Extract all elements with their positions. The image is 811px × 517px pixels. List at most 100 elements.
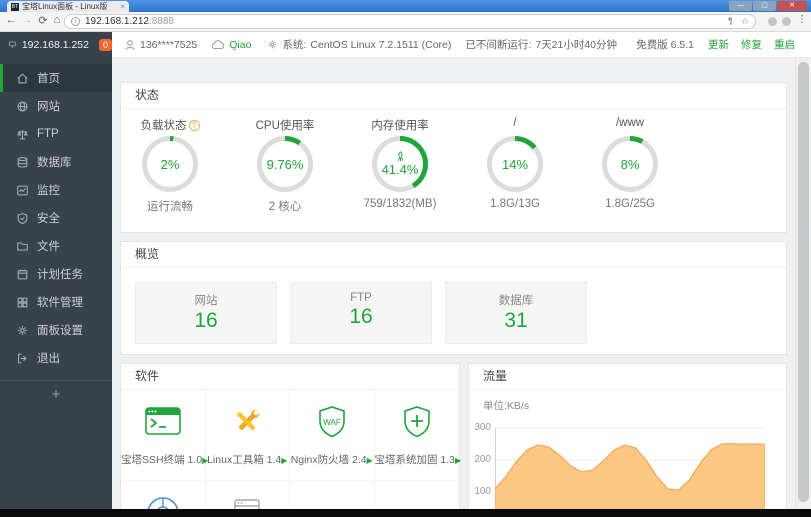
- shield-icon: [17, 212, 28, 224]
- main-content: 状态 负载状态 2% 运行流畅 CPU使用率 9.76% 2 核心 内存使用率: [112, 58, 795, 517]
- forward-icon[interactable]: →: [20, 14, 34, 26]
- sidebar: 首页 网站 FTP 数据库 监控 安全 文件 计划任务 软件管理 面板设置 退出…: [0, 58, 112, 517]
- sidebar-item-cron[interactable]: 计划任务: [0, 260, 112, 288]
- sidebar-item-settings[interactable]: 面板设置: [0, 316, 112, 344]
- globe-icon: [17, 100, 28, 112]
- shield-plus-icon: [403, 406, 430, 438]
- browser-tab[interactable]: BT 宝塔Linux面板 - Linux版 ×: [7, 1, 129, 12]
- cloud-icon: [211, 40, 225, 50]
- user-icon: [125, 39, 135, 50]
- gear-icon: [269, 40, 277, 49]
- sidebar-item-sites[interactable]: 网站: [0, 92, 112, 120]
- plugin-icon[interactable]: ¶: [728, 16, 733, 27]
- software-app-system-hardening[interactable]: 宝塔系统加固 1.3▶: [374, 390, 461, 481]
- rocket-icon[interactable]: [395, 151, 406, 162]
- gauge-memory: 内存使用率 41.4% 759/1832(MB): [363, 120, 437, 210]
- server-ip: 192.168.1.252: [21, 38, 89, 51]
- traffic-card: 流量 单位:KB/s 300 200 100: [468, 363, 787, 517]
- tab-close-icon[interactable]: ×: [120, 2, 125, 12]
- refresh-icon[interactable]: ⟳: [36, 14, 50, 27]
- status-card: 状态 负载状态 2% 运行流畅 CPU使用率 9.76% 2 核心 内存使用率: [120, 82, 787, 233]
- terminal-icon: [144, 407, 181, 435]
- software-app-ssh-terminal[interactable]: 宝塔SSH终端 1.0▶: [121, 390, 208, 481]
- overview-card: 概览 网站 16 FTP 16 数据库 31: [120, 241, 787, 355]
- repair-button[interactable]: 修复: [741, 37, 762, 52]
- software-app-nginx-waf[interactable]: WAF Nginx防火墙 2.4▶: [290, 390, 375, 481]
- gauge-ring: 14%: [487, 136, 543, 192]
- server-ip-block[interactable]: 192.168.1.252 0: [0, 31, 112, 58]
- waf-shield-icon: WAF: [318, 406, 345, 438]
- software-card: 软件 宝塔SSH终端 1.0▶ Linux工具箱 1.4▶ WAF Nginx防…: [120, 363, 461, 517]
- url-host: 192.168.1.212: [85, 16, 149, 27]
- back-icon[interactable]: ←: [4, 14, 18, 26]
- home-icon: [17, 72, 28, 83]
- gauge-ring: 41.4%: [372, 136, 428, 192]
- traffic-chart-svg: [495, 427, 765, 517]
- window-maximize-button[interactable]: ▢: [753, 1, 776, 11]
- page-info-icon[interactable]: i: [71, 17, 80, 26]
- browser-toolbar: ← → ⟳ ⌂ i 192.168.1.212 :8888 ¶ ☆ ⋮: [0, 12, 811, 32]
- software-card-title: 软件: [121, 364, 459, 390]
- chart-monitor-icon: [17, 185, 28, 195]
- y-axis-label: 200: [474, 454, 491, 465]
- sidebar-item-monitor[interactable]: 监控: [0, 176, 112, 204]
- toolbox-icon: [237, 409, 260, 431]
- gauge-load: 负载状态 2% 运行流畅: [120, 117, 220, 214]
- calendar-icon: [17, 269, 28, 279]
- home-icon[interactable]: ⌂: [50, 14, 64, 26]
- help-icon[interactable]: [188, 120, 200, 131]
- overview-card-title: 概览: [121, 242, 786, 268]
- overview-database[interactable]: 数据库 31: [445, 282, 587, 344]
- version-label: 免费版 6.5.1: [636, 39, 694, 51]
- panel-header: 192.168.1.252 0 136****7525 Qiao 系统: Cen…: [0, 31, 811, 58]
- url-port: :8888: [148, 16, 174, 27]
- browser-menu-icon[interactable]: ⋮: [797, 14, 807, 25]
- monitor-icon: [9, 41, 16, 48]
- im-contact[interactable]: Qiao: [211, 39, 251, 51]
- svg-text:WAF: WAF: [323, 418, 341, 427]
- traffic-unit-label: 单位:KB/s: [483, 400, 530, 412]
- y-axis-label: 300: [474, 422, 491, 433]
- software-app-linux-toolbox[interactable]: Linux工具箱 1.4▶: [205, 390, 290, 481]
- message-badge[interactable]: 0: [98, 38, 112, 51]
- update-button[interactable]: 更新: [708, 37, 729, 52]
- bookmark-star-icon[interactable]: ☆: [741, 16, 749, 27]
- gauge-ring: 8%: [602, 136, 658, 192]
- gauge-ring: 2%: [142, 136, 198, 192]
- window-close-button[interactable]: ✕: [777, 1, 807, 11]
- screen: BT 宝塔Linux面板 - Linux版 × — ▢ ✕ ← → ⟳ ⌂ i …: [0, 0, 811, 517]
- gauge-disk-root: / 14% 1.8G/13G: [465, 117, 565, 210]
- baota-favicon: BT: [11, 2, 19, 11]
- overview-sites[interactable]: 网站 16: [135, 282, 277, 344]
- gauge-disk-www: /www 8% 1.8G/25G: [580, 117, 680, 210]
- gauge-cpu: CPU使用率 9.76% 2 核心: [255, 120, 315, 213]
- address-bar[interactable]: i 192.168.1.212 :8888 ¶ ☆: [64, 14, 756, 29]
- sidebar-add-button[interactable]: +: [0, 381, 112, 409]
- overview-ftp[interactable]: FTP 16: [290, 282, 432, 344]
- sidebar-item-database[interactable]: 数据库: [0, 148, 112, 176]
- logout-icon: [18, 353, 27, 363]
- sidebar-item-files[interactable]: 文件: [0, 232, 112, 260]
- sidebar-item-home[interactable]: 首页: [0, 64, 112, 92]
- restart-button[interactable]: 重启: [774, 37, 795, 52]
- scrollbar-thumb[interactable]: [798, 62, 809, 502]
- sidebar-item-logout[interactable]: 退出: [0, 344, 112, 372]
- page-scrollbar: [795, 58, 811, 517]
- extension-icon[interactable]: [782, 17, 791, 26]
- sidebar-item-ftp[interactable]: FTP: [0, 120, 112, 148]
- status-card-title: 状态: [121, 83, 786, 109]
- screen-bottom-bar: [0, 509, 811, 517]
- tab-title: 宝塔Linux面板 - Linux版: [22, 2, 108, 11]
- system-info: 系统: CentOS Linux 7.2.1511 (Core): [267, 37, 451, 52]
- browser-titlebar: BT 宝塔Linux面板 - Linux版 × — ▢ ✕: [0, 0, 811, 12]
- extension-icon[interactable]: [768, 17, 777, 26]
- gauge-ring: 9.76%: [257, 136, 313, 192]
- sidebar-item-security[interactable]: 安全: [0, 204, 112, 232]
- y-axis-label: 100: [474, 486, 491, 497]
- grid-icon: [17, 297, 28, 307]
- traffic-card-title: 流量: [469, 364, 786, 390]
- sidebar-item-software[interactable]: 软件管理: [0, 288, 112, 316]
- account-phone[interactable]: 136****7525: [124, 39, 197, 51]
- folder-icon: [17, 242, 28, 250]
- window-minimize-button[interactable]: —: [729, 1, 752, 11]
